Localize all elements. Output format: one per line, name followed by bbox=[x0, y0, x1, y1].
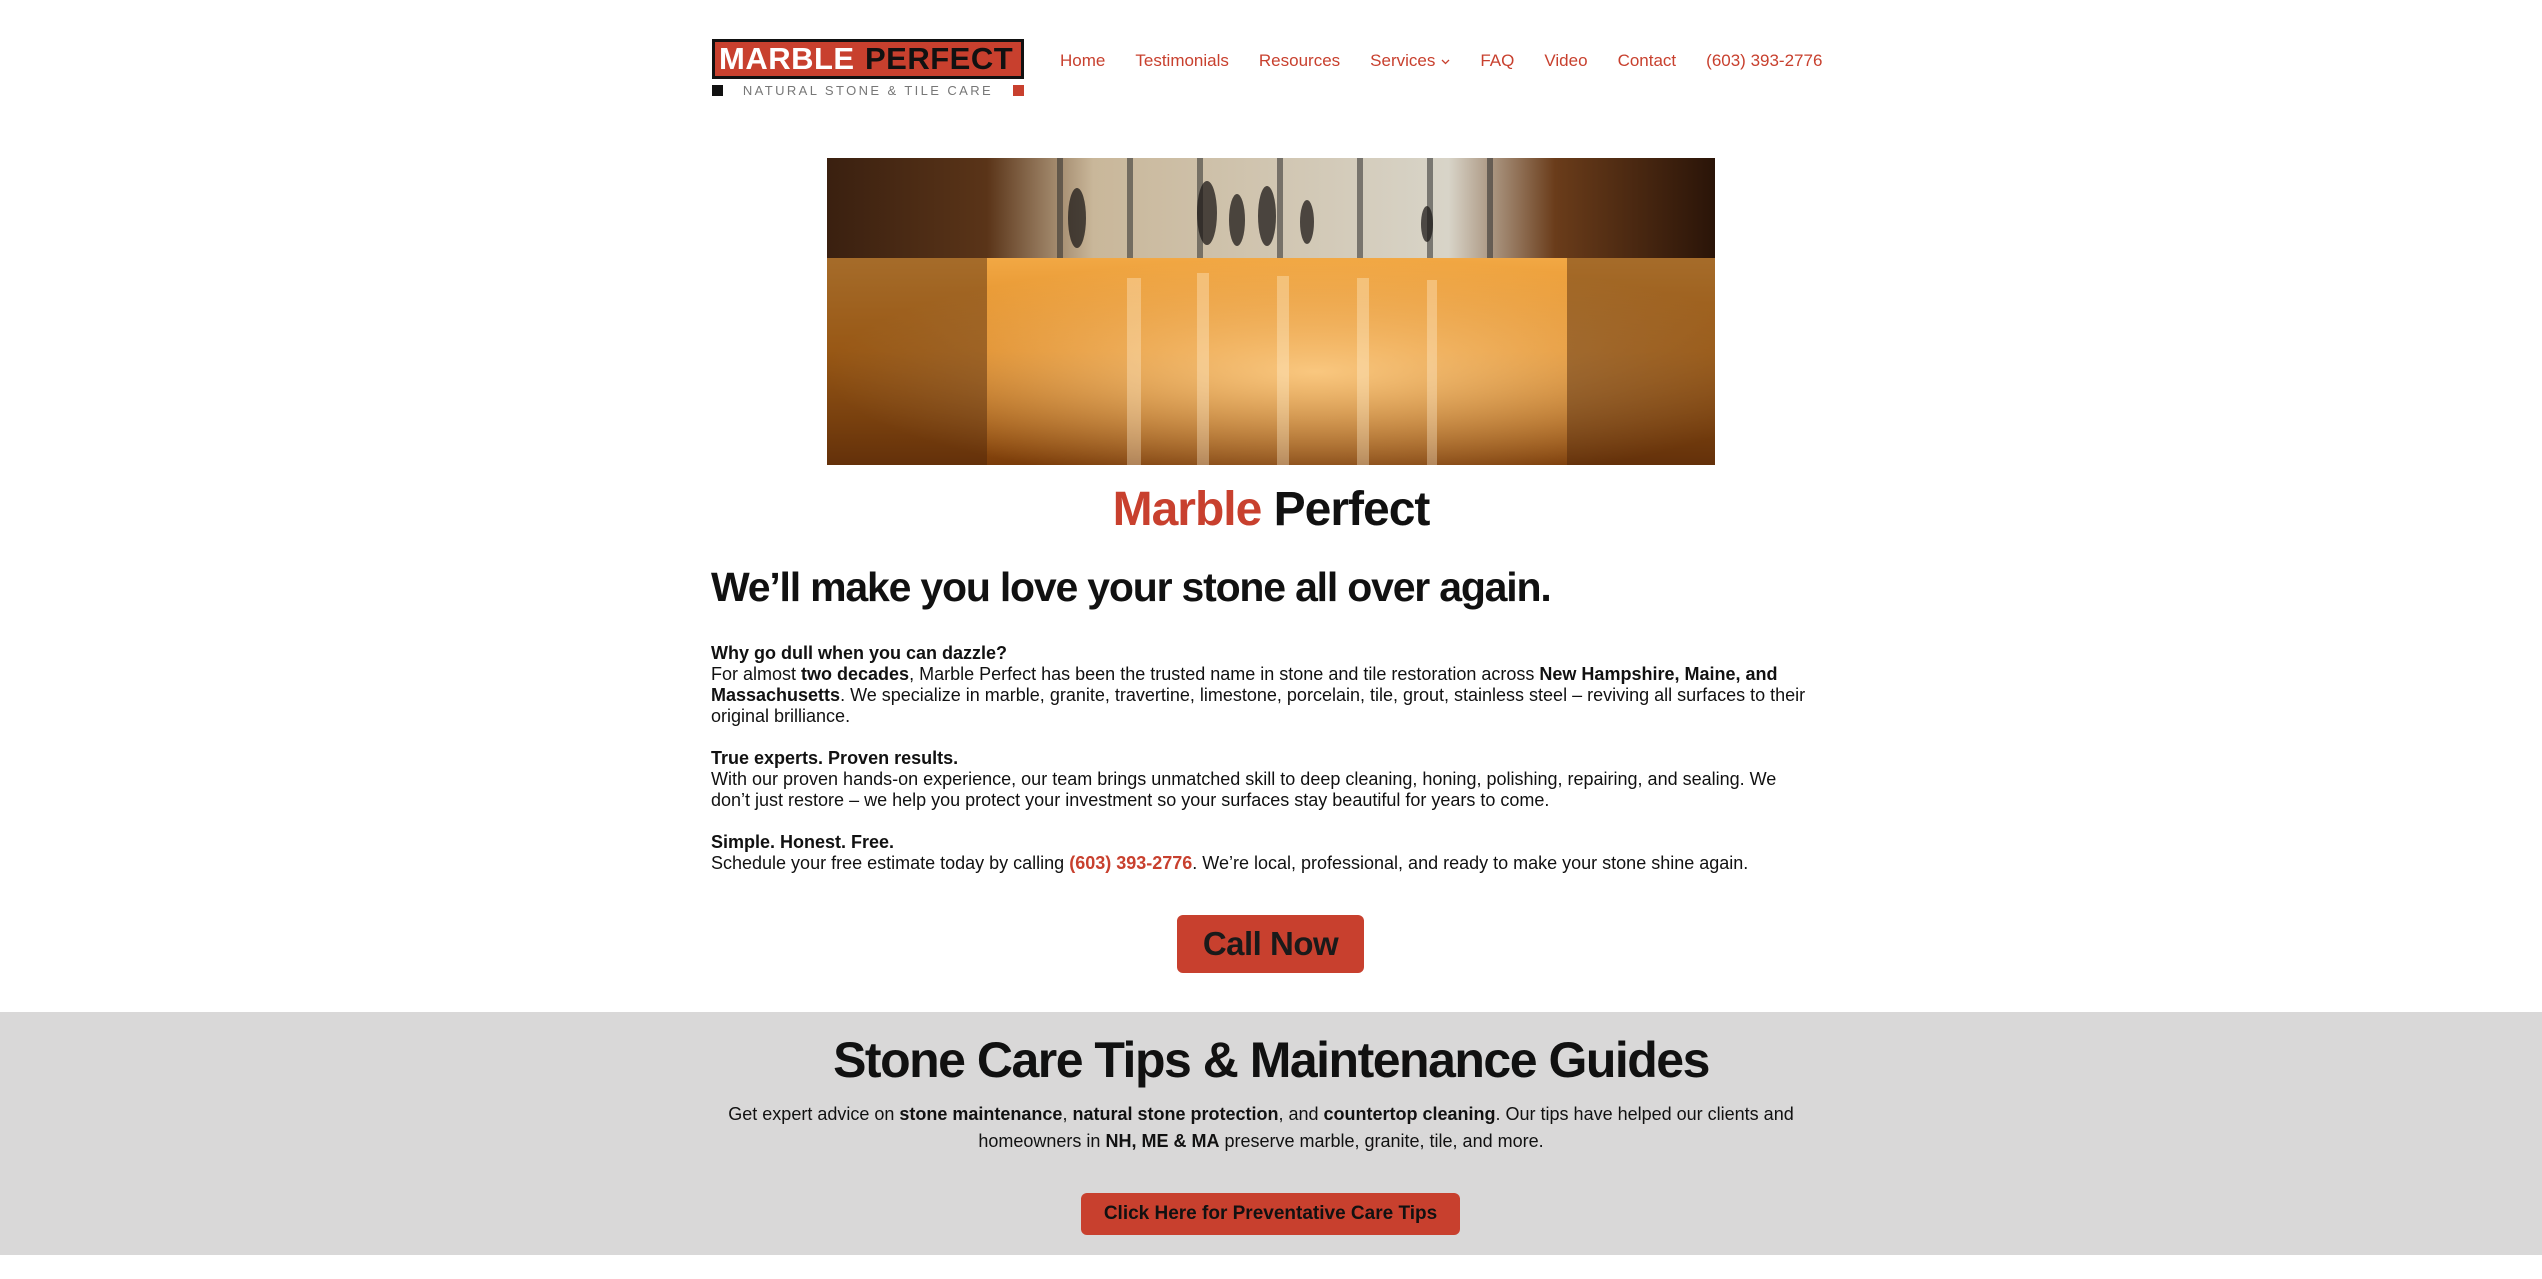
experts-text: With our proven hands-on experience, our… bbox=[711, 769, 1777, 810]
tips-title: Stone Care Tips & Maintenance Guides bbox=[833, 1032, 1710, 1088]
tips-section: Stone Care Tips & Maintenance Guides Get… bbox=[0, 1012, 2542, 1255]
paragraph-dazzle: Why go dull when you can dazzle? For alm… bbox=[711, 643, 1811, 727]
nav-home[interactable]: Home bbox=[1060, 50, 1105, 72]
care-tips-button[interactable]: Click Here for Preventative Care Tips bbox=[1081, 1193, 1460, 1235]
logo-word-marble: MARBLE bbox=[719, 41, 855, 76]
logo-red-square bbox=[1013, 85, 1024, 96]
tips-bold-2: natural stone protection bbox=[1072, 1104, 1279, 1124]
free-text-2: . We’re local, professional, and ready t… bbox=[1192, 853, 1749, 873]
dazzle-bold-1: two decades bbox=[801, 664, 910, 684]
logo-wordmark: MARBLE PERFECT bbox=[712, 39, 1024, 79]
free-heading: Simple. Honest. Free. bbox=[711, 832, 895, 852]
nav-services-label: Services bbox=[1370, 51, 1436, 70]
inline-phone-link[interactable]: (603) 393-2776 bbox=[1069, 853, 1192, 873]
paragraph-free: Simple. Honest. Free. Schedule your free… bbox=[711, 832, 1811, 874]
tips-text-2: , bbox=[1062, 1104, 1073, 1124]
brand-word-perfect: Perfect bbox=[1273, 483, 1431, 536]
logo-tagline-row: NATURAL STONE & TILE CARE bbox=[712, 83, 1024, 98]
logo-word-perfect: PERFECT bbox=[865, 41, 1014, 76]
site-logo[interactable]: MARBLE PERFECT NATURAL STONE & TILE CARE bbox=[711, 38, 1026, 102]
intro-copy: Why go dull when you can dazzle? For alm… bbox=[711, 643, 1811, 895]
nav-contact[interactable]: Contact bbox=[1618, 50, 1677, 72]
tips-description: Get expert advice on stone maintenance , … bbox=[711, 1101, 1811, 1155]
tips-text-1: Get expert advice on bbox=[728, 1104, 900, 1124]
chevron-down-icon bbox=[1441, 50, 1450, 72]
dazzle-text-3: . We specialize in marble, granite, trav… bbox=[711, 685, 1806, 726]
dazzle-text-2: , Marble Perfect has been the trusted na… bbox=[909, 664, 1540, 684]
tips-bold-1: stone maintenance bbox=[899, 1104, 1063, 1124]
hero-image bbox=[827, 158, 1715, 465]
tips-bold-4: NH, ME & MA bbox=[1105, 1131, 1220, 1151]
dazzle-text-1: For almost bbox=[711, 664, 802, 684]
brand-word-marble: Marble bbox=[1112, 483, 1263, 536]
hero-photo-icon bbox=[827, 158, 1715, 465]
logo-tagline: NATURAL STONE & TILE CARE bbox=[742, 83, 994, 98]
call-now-button[interactable]: Call Now bbox=[1177, 915, 1364, 973]
tips-text-5: preserve marble, granite, tile, and more… bbox=[1219, 1131, 1544, 1151]
experts-heading: True experts. Proven results. bbox=[711, 748, 959, 768]
nav-phone[interactable]: (603) 393-2776 bbox=[1706, 50, 1822, 72]
site-header: MARBLE PERFECT NATURAL STONE & TILE CARE… bbox=[711, 38, 1822, 102]
tips-bold-3: countertop cleaning bbox=[1323, 1104, 1496, 1124]
brand-title: Marble Perfect bbox=[0, 478, 2542, 542]
nav-services[interactable]: Services bbox=[1370, 50, 1450, 72]
paragraph-experts: True experts. Proven results. With our p… bbox=[711, 748, 1811, 811]
nav-video[interactable]: Video bbox=[1544, 50, 1587, 72]
nav-resources[interactable]: Resources bbox=[1259, 50, 1340, 72]
dazzle-heading: Why go dull when you can dazzle? bbox=[711, 643, 1008, 663]
nav-faq[interactable]: FAQ bbox=[1480, 50, 1514, 72]
tips-text-3: , and bbox=[1278, 1104, 1324, 1124]
nav-testimonials[interactable]: Testimonials bbox=[1135, 50, 1229, 72]
free-text-1: Schedule your free estimate today by cal… bbox=[711, 853, 1070, 873]
logo-black-square bbox=[712, 85, 723, 96]
page-headline: We’ll make you love your stone all over … bbox=[711, 564, 1552, 610]
main-nav: Home Testimonials Resources Services FAQ… bbox=[1060, 50, 1822, 72]
